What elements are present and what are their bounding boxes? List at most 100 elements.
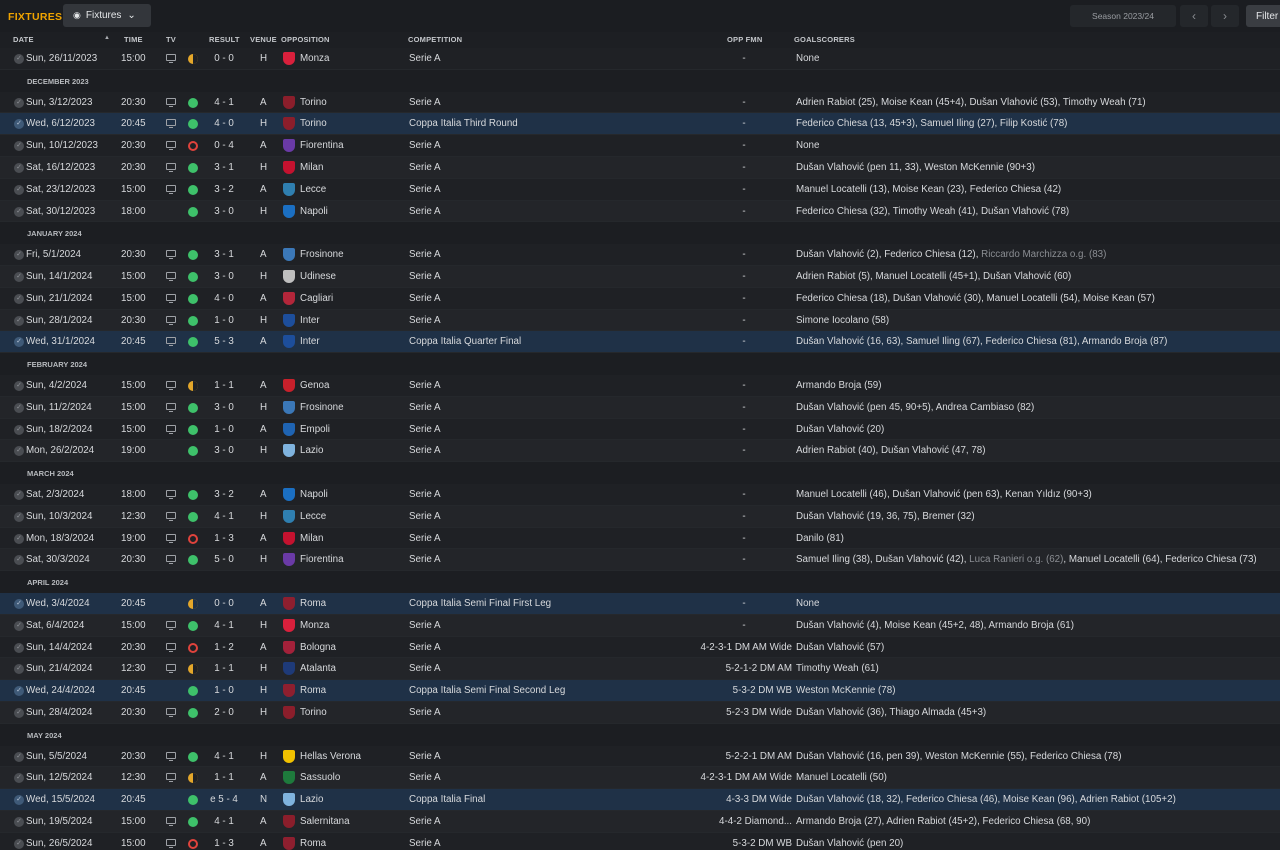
opposition-link[interactable]: Roma	[300, 838, 326, 849]
competition-link[interactable]: Serie A	[409, 424, 441, 435]
opposition-link[interactable]: Lecce	[300, 511, 326, 522]
competition-link[interactable]: Serie A	[409, 663, 441, 674]
competition-link[interactable]: Serie A	[409, 206, 441, 217]
opposition-link[interactable]: Hellas Verona	[300, 751, 361, 762]
competition-link[interactable]: Serie A	[409, 97, 441, 108]
competition-link[interactable]: Serie A	[409, 838, 441, 849]
column-header-opposition[interactable]: OPPOSITION	[281, 35, 330, 44]
fixture-row[interactable]: ✓ Sat, 2/3/2024 18:00 3 - 2 A Napoli Serie A - M…	[0, 483, 1280, 506]
sort-ascending-icon[interactable]: ▲	[104, 35, 110, 41]
fixture-row[interactable]: ✓ Sun, 14/4/2024 20:30 1 - 2 A Bologna Serie A…	[0, 636, 1280, 659]
opposition-link[interactable]: Atalanta	[300, 663, 336, 674]
opposition-link[interactable]: Inter	[300, 336, 320, 347]
fixture-row[interactable]: ✓ Sat, 23/12/2023 15:00 3 - 2 A Lecce Serie A -…	[0, 178, 1280, 201]
competition-link[interactable]: Coppa Italia Semi Final Second Leg	[409, 685, 565, 696]
fixture-row[interactable]: ✓ Sun, 18/2/2024 15:00 1 - 0 A Empoli Serie A -…	[0, 418, 1280, 441]
column-header-time[interactable]: TIME	[124, 35, 143, 44]
opposition-link[interactable]: Napoli	[300, 489, 328, 500]
fixture-row[interactable]: ✓ Wed, 15/5/2024 20:45 e 5 - 4 N Lazio Coppa I…	[0, 789, 1280, 811]
fixture-row[interactable]: ✓ Sun, 10/12/2023 20:30 0 - 4 A Fiorentina Ser…	[0, 135, 1280, 157]
competition-link[interactable]: Serie A	[409, 293, 441, 304]
opposition-link[interactable]: Torino	[300, 707, 327, 718]
column-header-date[interactable]: DATE	[13, 35, 34, 44]
competition-link[interactable]: Serie A	[409, 554, 441, 565]
previous-season-button[interactable]: ‹	[1180, 5, 1208, 27]
fixture-row[interactable]: ✓ Sun, 26/5/2024 15:00 1 - 3 A Roma Serie A 5-3…	[0, 832, 1280, 850]
next-season-button[interactable]: ›	[1211, 5, 1239, 27]
fixture-row[interactable]: ✓ Sun, 14/1/2024 15:00 3 - 0 H Udinese Serie A…	[0, 265, 1280, 288]
opposition-link[interactable]: Monza	[300, 620, 329, 631]
competition-link[interactable]: Serie A	[409, 184, 441, 195]
column-header-result[interactable]: RESULT	[209, 35, 240, 44]
opposition-link[interactable]: Lecce	[300, 184, 326, 195]
competition-link[interactable]: Coppa Italia Final	[409, 794, 485, 805]
competition-link[interactable]: Serie A	[409, 511, 441, 522]
competition-link[interactable]: Serie A	[409, 402, 441, 413]
competition-link[interactable]: Serie A	[409, 380, 441, 391]
opposition-link[interactable]: Roma	[300, 598, 326, 609]
fixture-row[interactable]: ✓ Wed, 6/12/2023 20:45 4 - 0 H Torino Coppa It…	[0, 113, 1280, 136]
competition-link[interactable]: Coppa Italia Quarter Final	[409, 336, 521, 347]
fixture-row[interactable]: ✓ Mon, 26/2/2024 19:00 3 - 0 H Lazio Serie A - A…	[0, 440, 1280, 463]
opposition-link[interactable]: Frosinone	[300, 402, 344, 413]
competition-link[interactable]: Serie A	[409, 445, 441, 456]
fixture-row[interactable]: ✓ Sun, 28/1/2024 20:30 1 - 0 H Inter Serie A - S…	[0, 309, 1280, 332]
opposition-link[interactable]: Milan	[300, 162, 323, 173]
fixture-row[interactable]: ✓ Sun, 28/4/2024 20:30 2 - 0 H Torino Serie A 5…	[0, 701, 1280, 724]
opposition-link[interactable]: Udinese	[300, 271, 336, 282]
opposition-link[interactable]: Salernitana	[300, 816, 350, 827]
opposition-link[interactable]: Napoli	[300, 206, 328, 217]
competition-link[interactable]: Serie A	[409, 620, 441, 631]
filter-button[interactable]: Filter	[1246, 5, 1280, 27]
column-header-competition[interactable]: COMPETITION	[408, 35, 462, 44]
view-selector-button[interactable]: ◉ Fixtures ⌄	[63, 4, 151, 27]
opposition-link[interactable]: Bologna	[300, 642, 336, 653]
fixture-row[interactable]: ✓ Sun, 21/1/2024 15:00 4 - 0 A Cagliari Serie …	[0, 287, 1280, 310]
competition-link[interactable]: Coppa Italia Semi Final First Leg	[409, 598, 551, 609]
column-header-tv[interactable]: TV	[166, 35, 176, 44]
fixture-row[interactable]: ✓ Sat, 30/3/2024 20:30 5 - 0 H Fiorentina Seri…	[0, 549, 1280, 572]
season-selector[interactable]: Season 2023/24	[1070, 5, 1176, 27]
column-header-venue[interactable]: VENUE	[250, 35, 277, 44]
competition-link[interactable]: Serie A	[409, 162, 441, 173]
fixture-row[interactable]: ✓ Fri, 5/1/2024 20:30 3 - 1 A Frosinone Serie …	[0, 244, 1280, 266]
fixture-row[interactable]: ✓ Sun, 19/5/2024 15:00 4 - 1 A Salernitana Ser…	[0, 810, 1280, 833]
opposition-link[interactable]: Genoa	[300, 380, 329, 391]
column-header-goalscorers[interactable]: GOALSCORERS	[794, 35, 855, 44]
fixture-row[interactable]: ✓ Wed, 3/4/2024 20:45 0 - 0 A Roma Coppa Itali…	[0, 592, 1280, 615]
fixture-row[interactable]: ✓ Sun, 4/2/2024 15:00 1 - 1 A Genoa Serie A - Ar…	[0, 374, 1280, 397]
opposition-link[interactable]: Inter	[300, 315, 320, 326]
opposition-link[interactable]: Sassuolo	[300, 772, 340, 783]
fixture-row[interactable]: ✓ Sat, 6/4/2024 15:00 4 - 1 H Monza Serie A - Du…	[0, 614, 1280, 637]
opposition-link[interactable]: Roma	[300, 685, 326, 696]
fixture-row[interactable]: ✓ Sun, 11/2/2024 15:00 3 - 0 H Frosinone Serie…	[0, 396, 1280, 419]
competition-link[interactable]: Coppa Italia Third Round	[409, 118, 518, 129]
fixture-row[interactable]: ✓ Sun, 12/5/2024 12:30 1 - 1 A Sassuolo Serie …	[0, 767, 1280, 790]
opposition-link[interactable]: Fiorentina	[300, 140, 344, 151]
fixture-row[interactable]: ✓ Wed, 24/4/2024 20:45 1 - 0 H Roma Coppa Ital…	[0, 680, 1280, 702]
opposition-link[interactable]: Empoli	[300, 424, 330, 435]
competition-link[interactable]: Serie A	[409, 489, 441, 500]
fixture-row[interactable]: ✓ Sun, 10/3/2024 12:30 4 - 1 H Lecce Serie A - D…	[0, 505, 1280, 528]
fixture-row[interactable]: ✓ Mon, 18/3/2024 19:00 1 - 3 A Milan Serie A - D…	[0, 527, 1280, 550]
opposition-link[interactable]: Milan	[300, 533, 323, 544]
column-header-opp-fmn[interactable]: OPP FMN	[727, 35, 762, 44]
fixture-row[interactable]: ✓ Sun, 3/12/2023 20:30 4 - 1 A Torino Serie A -…	[0, 91, 1280, 114]
competition-link[interactable]: Serie A	[409, 271, 441, 282]
opposition-link[interactable]: Torino	[300, 118, 327, 129]
opposition-link[interactable]: Monza	[300, 53, 329, 64]
fixture-row[interactable]: ✓ Sun, 21/4/2024 12:30 1 - 1 H Atalanta Serie …	[0, 658, 1280, 681]
competition-link[interactable]: Serie A	[409, 816, 441, 827]
competition-link[interactable]: Serie A	[409, 751, 441, 762]
opposition-link[interactable]: Torino	[300, 97, 327, 108]
opposition-link[interactable]: Lazio	[300, 445, 323, 456]
competition-link[interactable]: Serie A	[409, 707, 441, 718]
fixture-row[interactable]: ✓ Sat, 30/12/2023 18:00 3 - 0 H Napoli Serie A…	[0, 200, 1280, 223]
competition-link[interactable]: Serie A	[409, 772, 441, 783]
opposition-link[interactable]: Cagliari	[300, 293, 333, 304]
fixture-row[interactable]: ✓ Wed, 31/1/2024 20:45 5 - 3 A Inter Coppa Ita…	[0, 331, 1280, 354]
competition-link[interactable]: Serie A	[409, 249, 441, 260]
fixture-row[interactable]: ✓ Sun, 5/5/2024 20:30 4 - 1 H Hellas Verona Se…	[0, 745, 1280, 768]
competition-link[interactable]: Serie A	[409, 642, 441, 653]
competition-link[interactable]: Serie A	[409, 315, 441, 326]
